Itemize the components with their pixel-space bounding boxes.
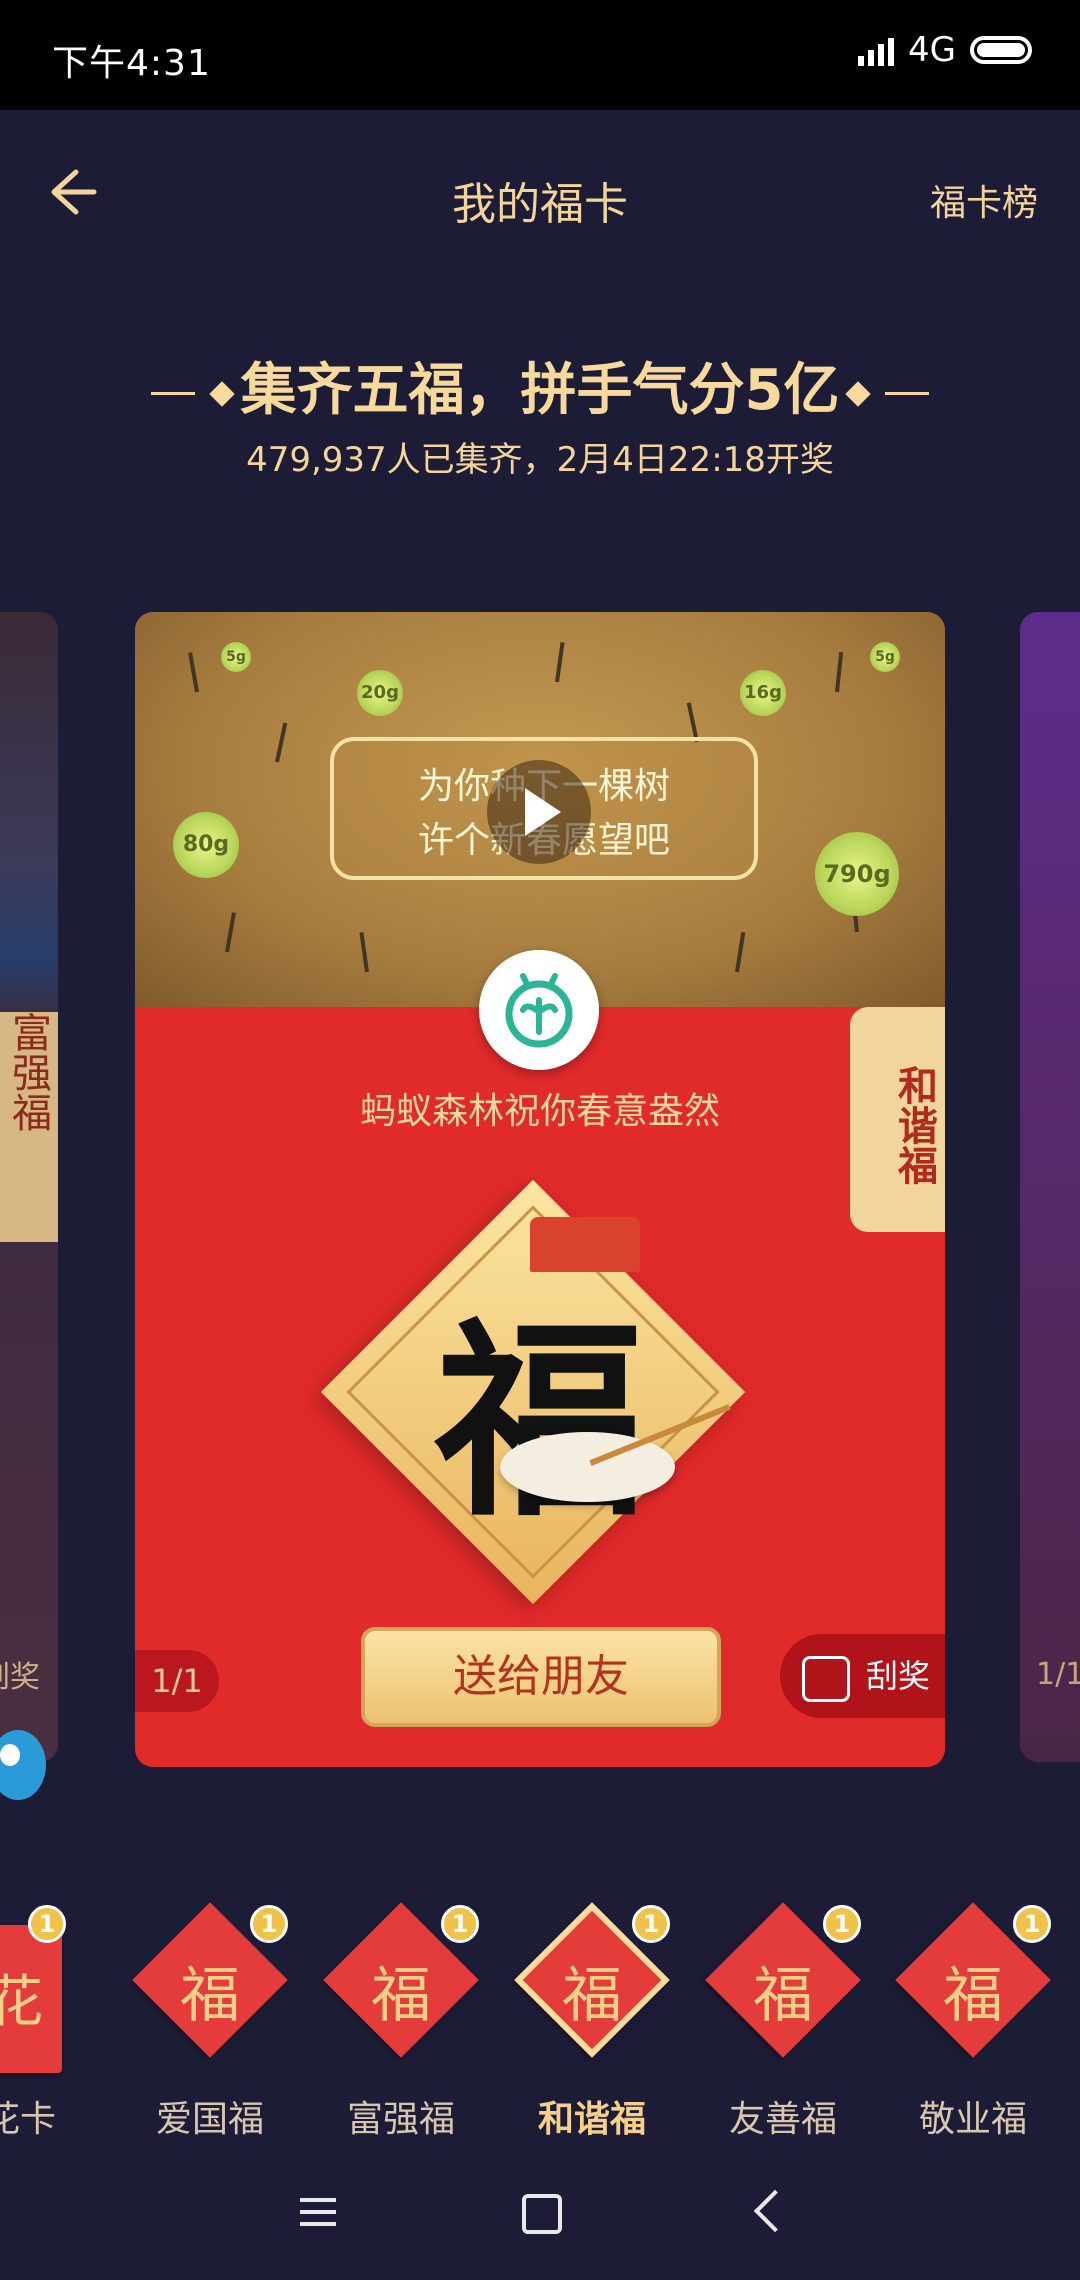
tray-glyph: 福	[943, 1961, 1003, 2031]
headline-text: 集齐五福，拼手气分5亿	[240, 358, 840, 423]
battery-icon	[970, 36, 1032, 64]
energy-bubble: 16g	[740, 670, 786, 716]
decor-diamond-icon	[845, 381, 872, 407]
tray-label: 友善福	[728, 2099, 837, 2140]
scratch-label: 刮奖	[866, 1657, 931, 1695]
network-type: 4G	[908, 30, 956, 70]
tray-item-aiguofu[interactable]: 福 1 爱国福	[115, 1902, 295, 2165]
page-indicator: 1/1	[135, 1650, 219, 1712]
nav-back-icon[interactable]	[753, 2189, 797, 2233]
prev-card-scratch: 刮奖	[0, 1660, 40, 1695]
decor-dash	[150, 392, 195, 396]
status-bar: 下午4:31 4G	[0, 0, 1080, 110]
scratch-button[interactable]: 刮奖	[780, 1634, 945, 1718]
count-badge: 1	[1013, 1905, 1051, 1943]
tray-label: 敬业福	[918, 2099, 1027, 2140]
video-banner[interactable]: 5g 20g 16g 5g 80g 790g 为你种下一棵树 许个新春愿望吧	[135, 612, 945, 1007]
count-badge: 1	[28, 1905, 66, 1943]
send-to-friend-button[interactable]: 送给朋友	[361, 1627, 721, 1727]
promo-headline: 集齐五福，拼手气分5亿	[0, 345, 1080, 426]
play-icon[interactable]	[487, 760, 591, 864]
blessing-text: 蚂蚁森林祝你春意盎然	[359, 1091, 720, 1132]
fu-card: 5g 20g 16g 5g 80g 790g 为你种下一棵树 许个新春愿望吧 蚂…	[135, 612, 945, 1767]
fu-card-tray: 花 1 花卡 福 1 爱国福 福 1 富强福 福 1 和谐福 福 1 友善福 福…	[0, 1895, 1080, 2155]
tray-label: 和谐福	[537, 2099, 646, 2140]
tray-item-jingyefu[interactable]: 福 1 敬业福	[878, 1902, 1058, 2165]
system-nav-bar	[0, 2160, 1080, 2280]
energy-bubble: 790g	[815, 832, 899, 916]
tray-label: 富强福	[346, 2099, 455, 2140]
count-badge: 1	[632, 1905, 670, 1943]
tray-glyph: 福	[753, 1961, 813, 2031]
tray-glyph: 福	[562, 1961, 622, 2031]
decor-dash	[885, 392, 930, 396]
tray-glyph: 福	[371, 1961, 431, 2031]
card-type-tag: 和谐福	[850, 1007, 945, 1232]
count-badge: 1	[823, 1905, 861, 1943]
energy-bubble: 20g	[357, 670, 403, 716]
next-card-page: 1/1	[1036, 1657, 1080, 1692]
promo-subline: 479,937人已集齐，2月4日22:18开奖	[246, 440, 834, 480]
status-time: 下午4:31	[52, 43, 211, 84]
decor-diamond-icon	[208, 381, 235, 407]
ant-forest-logo-icon	[479, 950, 599, 1070]
count-badge: 1	[250, 1905, 288, 1943]
tray-label: 爱国福	[155, 2099, 264, 2140]
signal-icon	[858, 34, 895, 66]
menu-icon[interactable]	[300, 2198, 336, 2228]
scratch-icon	[802, 1656, 850, 1702]
status-indicators: 4G	[858, 30, 1032, 70]
count-badge: 1	[441, 1905, 479, 1943]
tray-glyph: 花	[0, 1970, 43, 2035]
home-icon[interactable]	[522, 2194, 562, 2234]
tray-item-hexiefu[interactable]: 福 1 和谐福	[497, 1902, 677, 2165]
energy-bubble: 80g	[173, 812, 239, 878]
app-header: 我的福卡 福卡榜	[0, 110, 1080, 280]
energy-bubble: 5g	[870, 642, 900, 672]
tray-glyph: 福	[180, 1961, 240, 2031]
rank-link[interactable]: 福卡榜	[930, 174, 1038, 226]
tray-item-fuqiangfu[interactable]: 福 1 富强福	[306, 1902, 486, 2165]
prev-card-label: 富强福	[0, 1012, 58, 1242]
page-title: 我的福卡	[452, 179, 628, 230]
next-card-preview[interactable]: 1/1	[1020, 612, 1080, 1762]
tray-item-youshanfu[interactable]: 福 1 友善福	[688, 1902, 868, 2165]
fu-character: 福	[434, 1298, 645, 1545]
tray-label: 花卡	[0, 2099, 56, 2140]
prev-card-preview[interactable]: 富强福 刮奖	[0, 612, 58, 1762]
energy-bubble: 5g	[221, 642, 251, 672]
